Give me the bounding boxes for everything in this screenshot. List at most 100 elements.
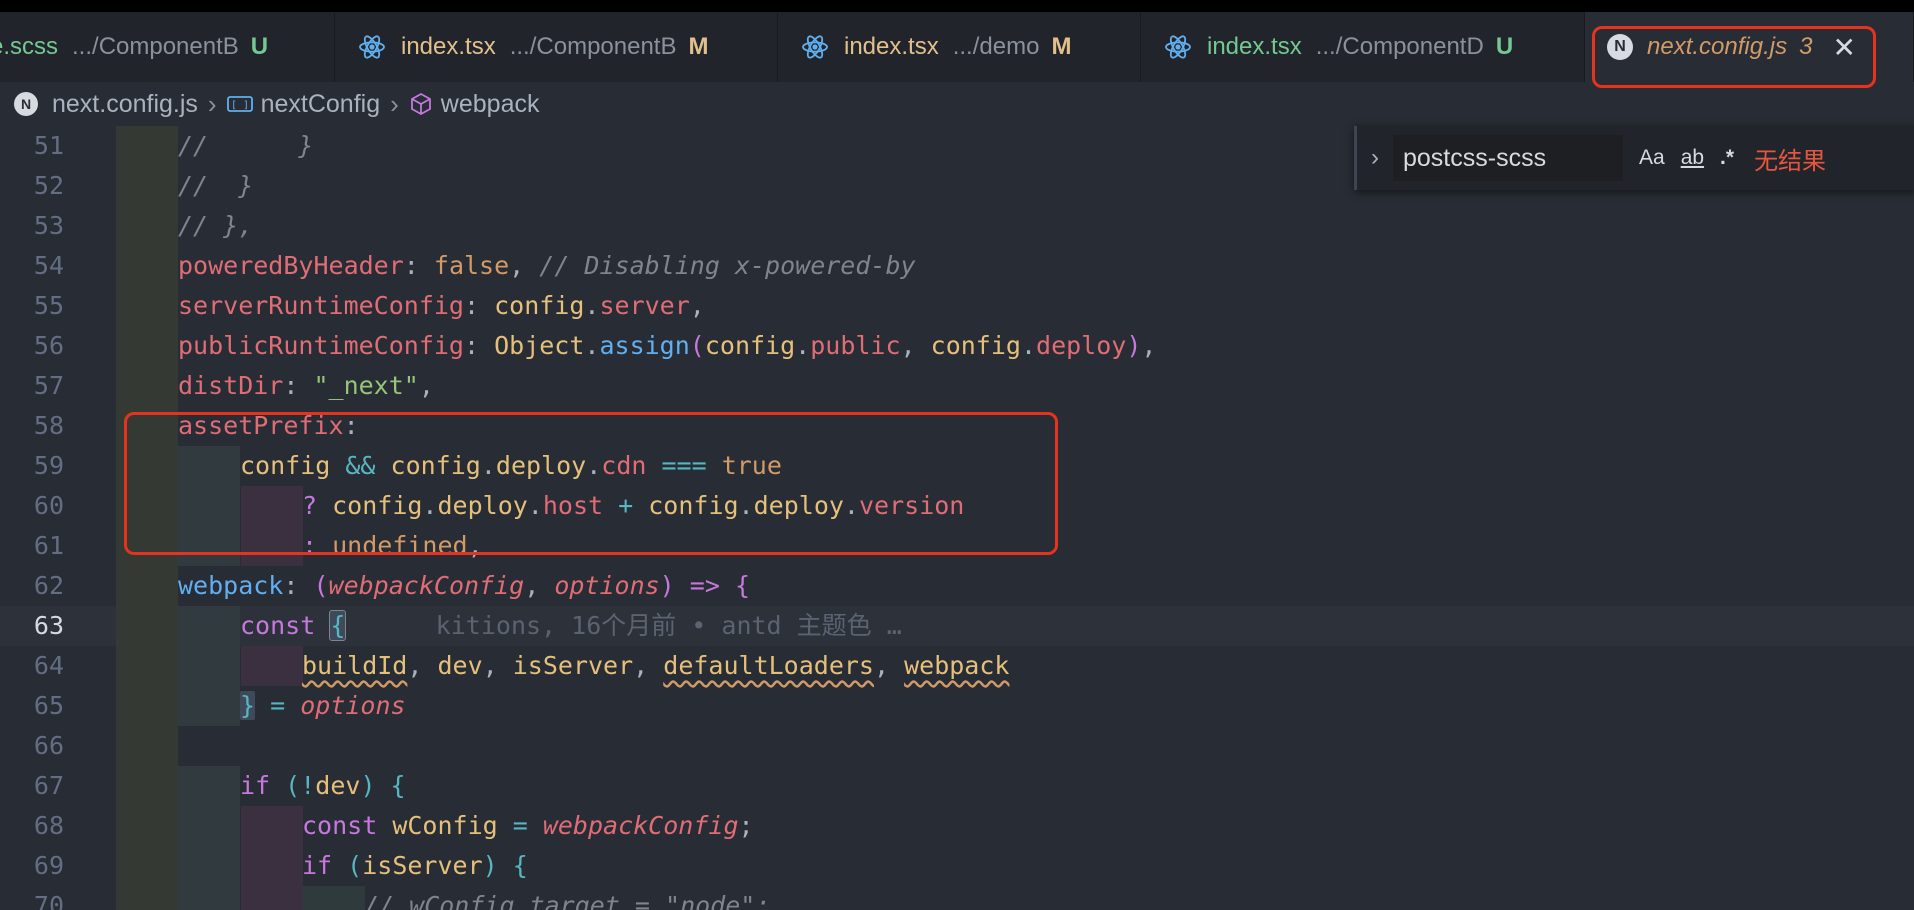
indent-guide — [116, 486, 178, 526]
code-token: deploy — [495, 451, 587, 480]
breadcrumb-file-label: next.config.js — [52, 89, 198, 118]
code-text: if (isServer) { — [302, 846, 528, 886]
code-token: // }, — [178, 211, 254, 240]
find-widget: › Aa ab .* 无结果 — [1354, 126, 1914, 190]
breadcrumb-member-label: webpack — [440, 89, 540, 118]
tab-status: M — [1051, 33, 1072, 60]
code-line[interactable]: 65} = options — [0, 686, 1914, 726]
code-token: serverRuntimeConfig — [178, 291, 464, 320]
find-input[interactable] — [1393, 135, 1623, 181]
line-number: 54 — [33, 251, 64, 280]
indent-guide — [241, 646, 303, 686]
tab-label: index.tsx — [401, 33, 496, 60]
code-token: . — [795, 331, 811, 360]
code-token: , — [1141, 331, 1157, 360]
code-token: cdn — [601, 451, 647, 480]
code-text: : undefined, — [302, 526, 483, 566]
tab-description: .../ComponentD — [1315, 33, 1484, 60]
code-token: webpackConfig — [328, 571, 525, 600]
code-token: => — [674, 571, 735, 600]
code-line[interactable]: 68 const wConfig = webpackConfig; — [0, 806, 1914, 846]
code-line[interactable]: 70 // wConfig.target = "node"; — [0, 886, 1914, 910]
indent-guide — [303, 886, 365, 910]
code-line[interactable]: 60? config.deploy.host + config.deploy.v… — [0, 486, 1914, 526]
code-token: const — [240, 611, 331, 640]
whole-word-toggle[interactable]: ab — [1681, 146, 1704, 170]
code-token: defaultLoaders — [663, 651, 874, 680]
indent-guide — [241, 526, 303, 566]
code-token: config — [704, 331, 796, 360]
code-line[interactable]: 53 // }, — [0, 206, 1914, 246]
code-token: wConfig — [392, 811, 498, 840]
method-cube-icon — [410, 92, 431, 116]
code-token: = — [255, 691, 301, 720]
code-token: } — [240, 691, 256, 720]
code-line[interactable]: 64 buildId, dev, isServer, defaultLoaders… — [0, 646, 1914, 686]
code-token: , — [633, 651, 664, 680]
tab-4[interactable]: Nnext.config.js 3 ✕ — [1585, 12, 1914, 82]
code-token: : — [463, 291, 495, 320]
code-text: // wConfig.target = "node"; — [364, 886, 770, 910]
line-number: 70 — [33, 891, 64, 910]
code-token: config — [494, 291, 585, 320]
indent-guide — [178, 606, 240, 646]
code-token: isServer — [362, 851, 483, 880]
indent-guide — [178, 806, 240, 846]
code-line[interactable]: 54 poweredByHeader: false, // Disabling x… — [0, 246, 1914, 286]
code-line[interactable]: 66 — [0, 726, 1914, 766]
code-token: === — [646, 451, 722, 480]
code-token: deploy — [753, 491, 844, 520]
code-token: . — [480, 451, 496, 480]
code-line[interactable]: 69 if (isServer) { — [0, 846, 1914, 886]
code-token: // } — [178, 131, 314, 160]
code-text: const { kitions, 16个月前 • antd 主题色 … — [240, 606, 902, 646]
tab-description: .../ComponentB — [509, 33, 677, 60]
code-line[interactable]: 55 serverRuntimeConfig: config.server, — [0, 286, 1914, 326]
variable-icon: [ ] — [226, 96, 253, 112]
code-editor[interactable]: 51 // } 52 // } 53 // }, 54 poweredByHeader: fa… — [0, 126, 1914, 910]
indent-guide — [116, 286, 178, 326]
indent-guide — [116, 366, 178, 406]
tab-1[interactable]: index.tsx .../ComponentB M — [335, 12, 778, 82]
code-line[interactable]: 62 webpack: (webpackConfig, options) => { — [0, 566, 1914, 606]
code-token: poweredByHeader — [178, 251, 404, 280]
code-token: host — [542, 491, 604, 520]
code-token: Object — [494, 331, 585, 360]
code-token: ( — [285, 771, 301, 800]
code-line[interactable]: 56 publicRuntimeConfig: Object.assign(con… — [0, 326, 1914, 366]
tab-3[interactable]: index.tsx .../ComponentD U — [1141, 12, 1585, 82]
indent-guide — [116, 206, 178, 246]
code-line[interactable]: 59 config && config.deploy.cdn === true — [0, 446, 1914, 486]
code-token: ; — [738, 811, 754, 840]
code-line[interactable]: 67 if (!dev) { — [0, 766, 1914, 806]
code-token: options — [300, 691, 406, 720]
indent-guide — [116, 406, 178, 446]
find-result-label: 无结果 — [1754, 147, 1827, 175]
tab-0[interactable]: e.scss .../ComponentB U — [0, 12, 335, 82]
editor-tab-bar: e.scss .../ComponentB Uindex.tsx .../Compon… — [0, 12, 1914, 82]
toggle-replace-chevron-icon[interactable]: › — [1357, 144, 1393, 172]
indent-guide — [116, 166, 178, 206]
code-token: , — [900, 331, 931, 360]
match-case-toggle[interactable]: Aa — [1639, 146, 1665, 170]
code-line[interactable]: 63 const { kitions, 16个月前 • antd 主题色 … — [0, 606, 1914, 646]
code-token: buildId — [302, 651, 408, 680]
code-line[interactable]: 58 assetPrefix: — [0, 406, 1914, 446]
breadcrumb-symbol[interactable]: [ ] nextConfig — [226, 90, 380, 119]
tab-status: U — [250, 33, 269, 60]
breadcrumb-file[interactable]: N next.config.js — [0, 90, 198, 119]
close-icon[interactable]: ✕ — [1832, 31, 1855, 64]
tab-2[interactable]: index.tsx .../demo M — [778, 12, 1141, 82]
code-token: . — [1020, 331, 1037, 360]
code-token: dev — [315, 771, 361, 800]
code-token: // wConfig.target = "node"; — [364, 891, 771, 910]
nextjs-icon: N — [1607, 34, 1633, 60]
tab-status: 3 — [1799, 33, 1813, 60]
code-token: if — [240, 771, 286, 800]
indent-guide — [178, 686, 240, 726]
code-token: , — [509, 251, 540, 280]
code-line[interactable]: 61: undefined, — [0, 526, 1914, 566]
breadcrumb-member[interactable]: webpack — [409, 89, 540, 119]
regex-toggle[interactable]: .* — [1720, 146, 1734, 170]
code-line[interactable]: 57 distDir: "_next", — [0, 366, 1914, 406]
